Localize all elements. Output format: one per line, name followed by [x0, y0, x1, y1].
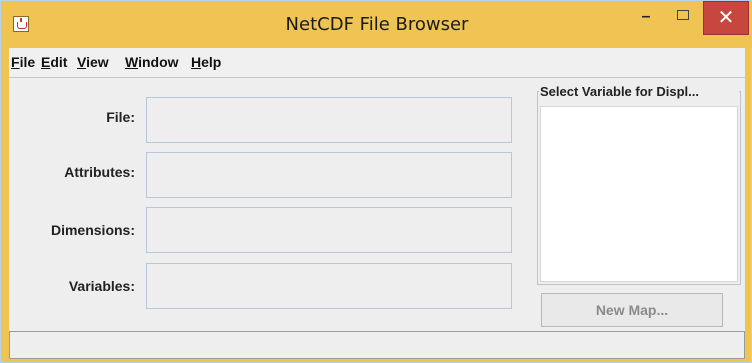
variable-select-group: Select Variable for Displ...: [537, 84, 741, 285]
file-label: File:: [106, 109, 135, 125]
status-bar: [9, 331, 745, 359]
variable-list[interactable]: [540, 106, 738, 282]
dimensions-label: Dimensions:: [50, 222, 135, 238]
file-field[interactable]: [146, 97, 512, 143]
maximize-icon: [677, 9, 689, 20]
minimize-button[interactable]: –: [629, 1, 663, 35]
variables-field[interactable]: [146, 263, 512, 309]
attributes-label: Attributes:: [64, 164, 135, 180]
menu-view[interactable]: View: [77, 48, 109, 77]
attributes-field[interactable]: [146, 152, 512, 198]
maximize-button[interactable]: [666, 1, 700, 35]
menu-file[interactable]: File: [11, 48, 35, 77]
dimensions-field[interactable]: [146, 207, 512, 253]
menu-help[interactable]: Help: [191, 48, 221, 77]
menu-bar: File Edit View Window Help: [9, 48, 745, 78]
app-window: NetCDF File Browser – ✕ File Edit View W…: [0, 0, 752, 363]
variable-select-title: Select Variable for Displ...: [539, 84, 739, 99]
variables-label: Variables:: [68, 278, 135, 294]
menu-window[interactable]: Window: [125, 48, 179, 77]
title-bar[interactable]: NetCDF File Browser – ✕: [1, 1, 752, 48]
new-map-button[interactable]: New Map...: [541, 293, 723, 327]
close-button[interactable]: ✕: [703, 1, 749, 35]
content-area: File: Attributes: Dimensions: Variables:…: [9, 78, 745, 356]
menu-edit[interactable]: Edit: [41, 48, 67, 77]
